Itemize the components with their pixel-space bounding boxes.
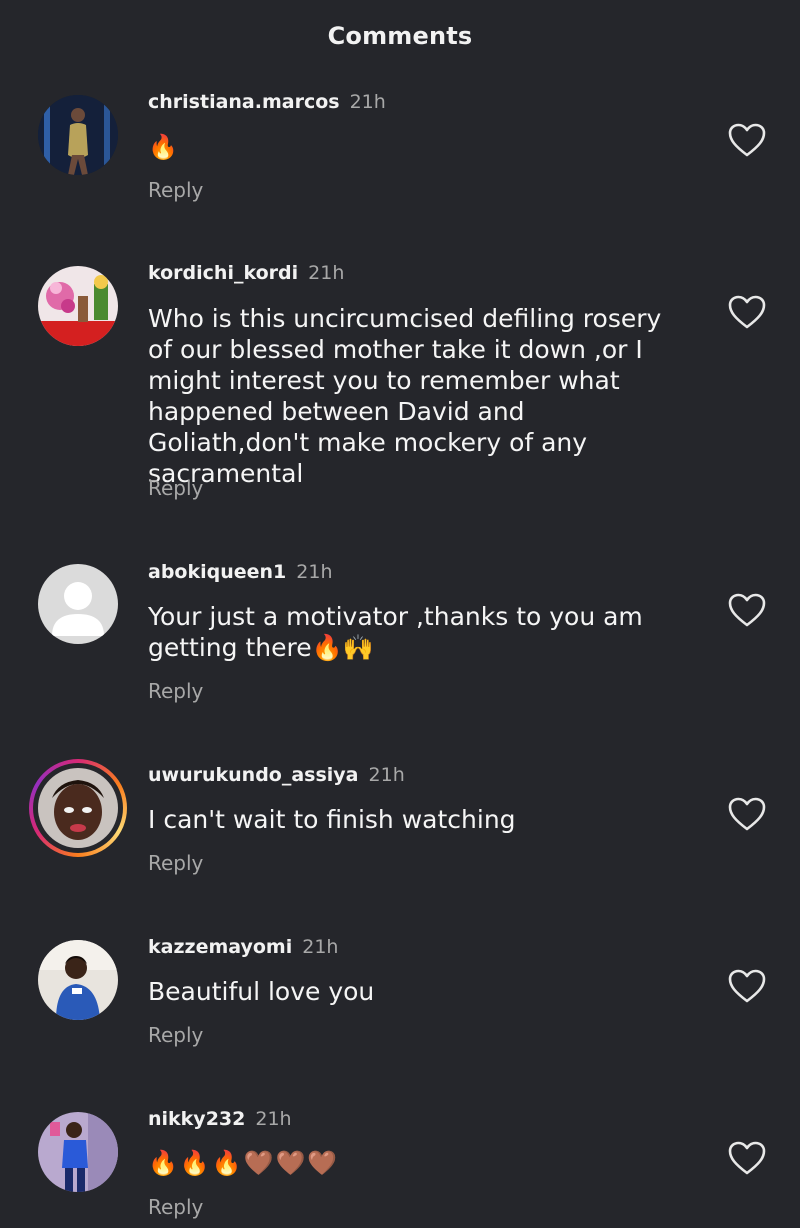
comment-text: Beautiful love you bbox=[148, 977, 375, 1006]
comment-time: 21h bbox=[255, 1108, 292, 1130]
comment-text: Who is this uncircumcised defiling roser… bbox=[148, 304, 662, 488]
heart-outline-icon[interactable] bbox=[727, 592, 767, 628]
comment-username[interactable]: uwurukundo_assiya bbox=[148, 764, 359, 786]
comment-text: Your just a motivator ,thanks to you am … bbox=[148, 602, 643, 662]
comment-username[interactable]: kordichi_kordi bbox=[148, 262, 298, 284]
heart-outline-icon[interactable] bbox=[727, 1140, 767, 1176]
comment-username[interactable]: kazzemayomi bbox=[148, 936, 292, 958]
heart-outline-icon[interactable] bbox=[727, 968, 767, 1004]
comment-time: 21h bbox=[349, 91, 386, 113]
comment-time: 21h bbox=[308, 262, 345, 284]
comment-meta: abokiqueen1 21h bbox=[148, 561, 333, 583]
comment-time: 21h bbox=[368, 764, 405, 786]
comment-meta: uwurukundo_assiya 21h bbox=[148, 764, 405, 786]
avatar[interactable] bbox=[38, 95, 118, 175]
comment-text: 🔥 bbox=[148, 133, 180, 161]
comment-text: I can't wait to finish watching bbox=[148, 805, 516, 834]
reply-button[interactable]: Reply bbox=[148, 178, 203, 202]
comment-meta: kordichi_kordi 21h bbox=[148, 262, 344, 284]
comment-time: 21h bbox=[296, 561, 333, 583]
heart-outline-icon[interactable] bbox=[727, 122, 767, 158]
comment-text: 🔥🔥🔥🤎🤎🤎 bbox=[148, 1149, 340, 1177]
avatar[interactable] bbox=[38, 1112, 118, 1192]
comments-header: Comments bbox=[0, 0, 800, 72]
comment-username[interactable]: christiana.marcos bbox=[148, 91, 340, 113]
comment-meta: nikky232 21h bbox=[148, 1108, 292, 1130]
page-title: Comments bbox=[327, 22, 473, 50]
reply-button[interactable]: Reply bbox=[148, 476, 203, 500]
comment-username[interactable]: nikky232 bbox=[148, 1108, 245, 1130]
avatar[interactable] bbox=[38, 768, 118, 848]
person-placeholder-icon[interactable] bbox=[38, 564, 118, 644]
reply-button[interactable]: Reply bbox=[148, 1195, 203, 1219]
reply-button[interactable]: Reply bbox=[148, 1023, 203, 1047]
reply-button[interactable]: Reply bbox=[148, 851, 203, 875]
comment-username[interactable]: abokiqueen1 bbox=[148, 561, 286, 583]
avatar[interactable] bbox=[38, 940, 118, 1020]
comment-time: 21h bbox=[302, 936, 339, 958]
comment-meta: christiana.marcos 21h bbox=[148, 91, 386, 113]
story-ring[interactable] bbox=[29, 759, 127, 857]
reply-button[interactable]: Reply bbox=[148, 679, 203, 703]
heart-outline-icon[interactable] bbox=[727, 796, 767, 832]
heart-outline-icon[interactable] bbox=[727, 294, 767, 330]
comment-meta: kazzemayomi 21h bbox=[148, 936, 338, 958]
avatar[interactable] bbox=[38, 266, 118, 346]
